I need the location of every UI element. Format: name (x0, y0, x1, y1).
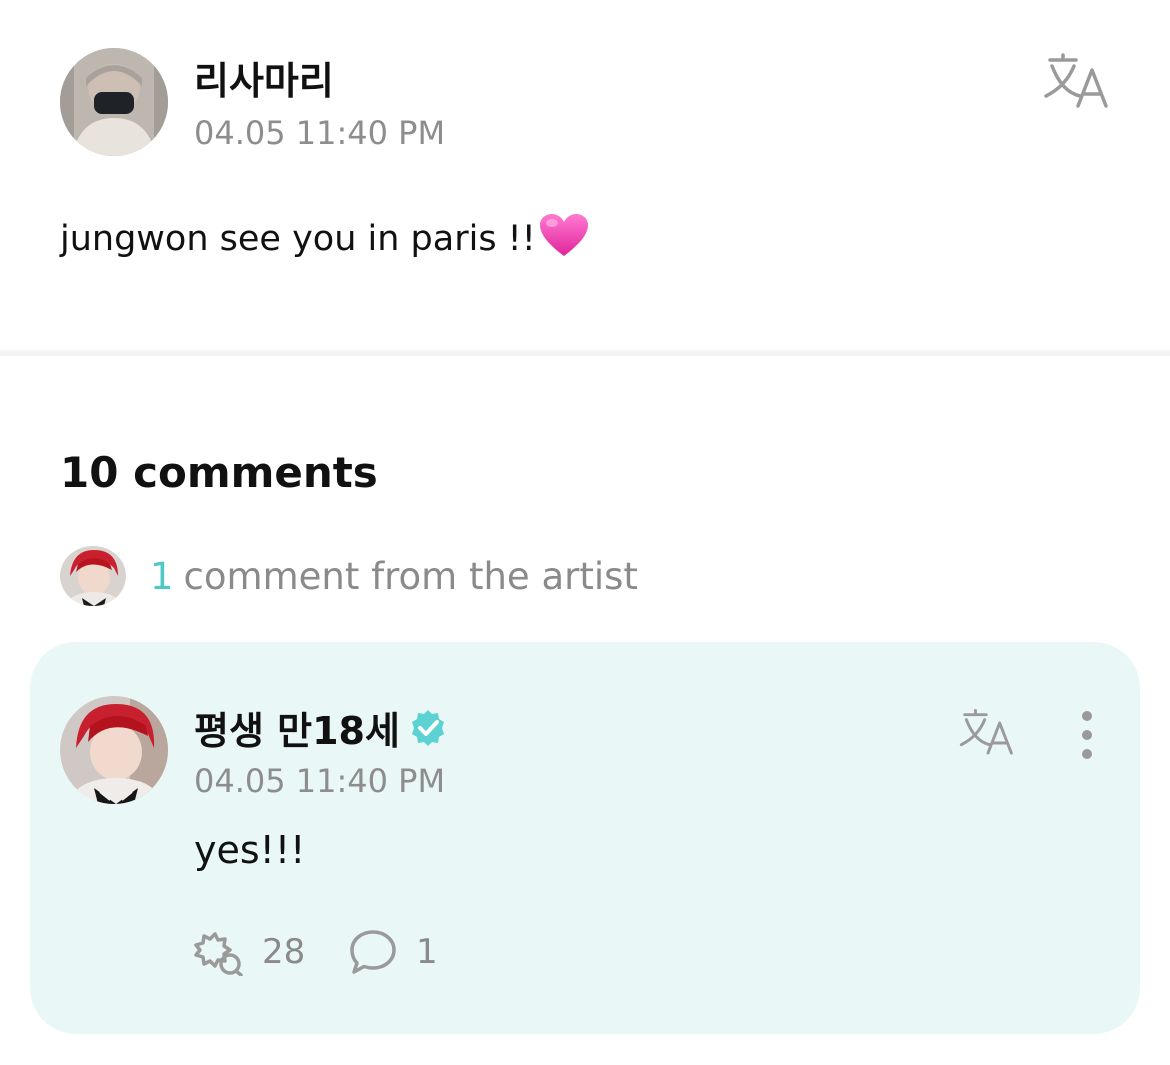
artist-comment-timestamp: 04.05 11:40 PM (194, 762, 446, 800)
pink-heart-icon (539, 214, 588, 256)
artist-comment-summary[interactable]: 1 comment from the artist (150, 555, 638, 598)
section-divider (0, 350, 1170, 356)
translate-icon (959, 709, 1013, 755)
comments-count-heading: 10 comments (60, 448, 378, 497)
avatar-image (60, 48, 168, 156)
reply-count: 1 (416, 932, 438, 972)
translate-button[interactable] (1040, 52, 1116, 112)
reaction-count: 28 (262, 932, 306, 972)
post-author-avatar[interactable] (60, 48, 168, 156)
artist-comment-card: 평생 만18세 04.05 11:40 PM yes!!! 28 1 (30, 642, 1140, 1034)
translate-icon (1044, 53, 1108, 108)
artist-comment-count: 1 (150, 555, 174, 598)
artist-name-row[interactable]: 평생 만18세 (194, 700, 448, 755)
comment-more-button[interactable] (1070, 708, 1104, 762)
artist-comment-summary-label: comment from the artist (183, 555, 638, 598)
reply-bubble-icon (350, 930, 396, 974)
reply-button[interactable]: 1 (348, 928, 438, 976)
verified-badge-icon (408, 708, 448, 748)
comment-translate-button[interactable] (956, 708, 1020, 758)
reaction-button[interactable]: 28 (192, 928, 305, 976)
post-body: jungwon see you in paris !! (60, 212, 590, 259)
more-vertical-icon (1082, 711, 1092, 759)
reaction-icon (194, 932, 243, 976)
avatar-image (60, 546, 126, 606)
artist-avatar[interactable] (60, 696, 168, 804)
artist-comment-text: yes!!! (194, 828, 306, 872)
artist-summary-avatar[interactable] (60, 546, 126, 606)
post-detail-page: 리사마리 04.05 11:40 PM jungwon see you in p… (0, 0, 1170, 1065)
post-body-text: jungwon see you in paris !! (60, 219, 536, 259)
avatar-image (60, 696, 168, 804)
artist-name: 평생 만18세 (194, 709, 400, 753)
post-timestamp: 04.05 11:40 PM (194, 114, 446, 152)
post-author-name[interactable]: 리사마리 (194, 50, 334, 105)
